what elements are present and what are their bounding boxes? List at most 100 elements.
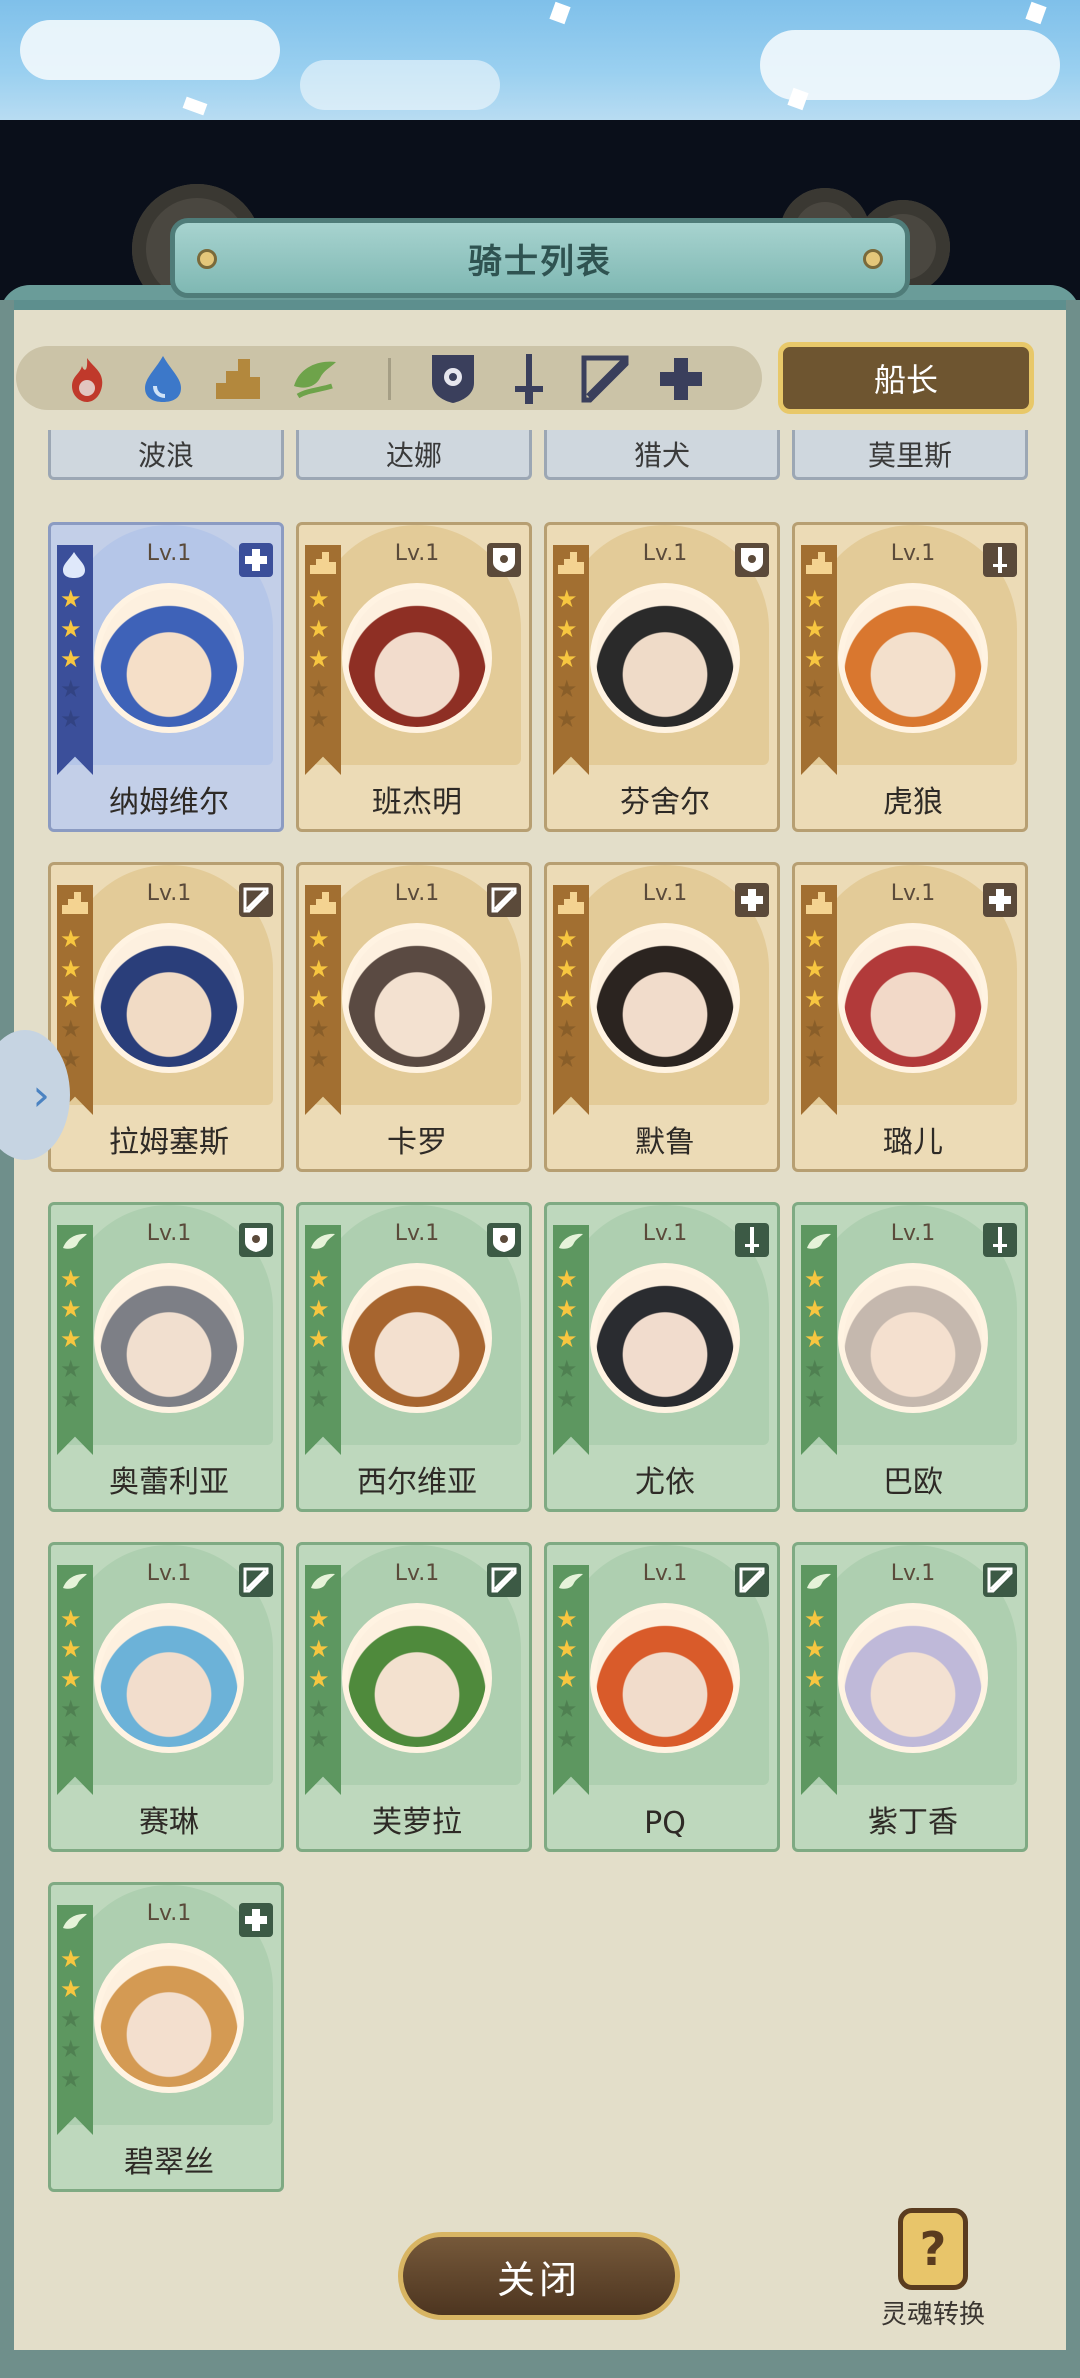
panel-side-right xyxy=(1066,300,1080,2378)
knight-name: 巴欧 xyxy=(883,1465,943,1500)
star-filled-icon: ★ xyxy=(308,985,330,1013)
knight-card[interactable]: Lv.1 ★ ★ ★ ★ ★ 卡罗 xyxy=(296,862,532,1172)
star-filled-icon: ★ xyxy=(308,585,330,613)
knight-card-partial[interactable]: 莫里斯 xyxy=(792,430,1028,480)
bow-class-icon xyxy=(735,1563,769,1597)
star-filled-icon: ★ xyxy=(308,645,330,673)
star-filled-icon: ★ xyxy=(308,1265,330,1293)
water-icon xyxy=(61,551,89,579)
knight-card[interactable]: Lv.1 ★ ★ ★ ★ ★ 巴欧 xyxy=(792,1202,1028,1512)
star-filled-icon: ★ xyxy=(804,925,826,953)
close-button[interactable]: 关闭 xyxy=(398,2232,680,2320)
star-filled-icon: ★ xyxy=(60,1665,82,1693)
star-filled-icon: ★ xyxy=(556,1665,578,1693)
star-empty-icon: ★ xyxy=(60,1355,82,1383)
star-filled-icon: ★ xyxy=(556,645,578,673)
knight-portrait xyxy=(342,1263,492,1413)
star-empty-icon: ★ xyxy=(308,1385,330,1413)
star-filled-icon: ★ xyxy=(308,1295,330,1323)
star-empty-icon: ★ xyxy=(804,1045,826,1073)
star-empty-icon: ★ xyxy=(308,1015,330,1043)
star-empty-icon: ★ xyxy=(60,675,82,703)
star-filled-icon: ★ xyxy=(804,585,826,613)
star-filled-icon: ★ xyxy=(804,645,826,673)
knight-card-partial[interactable]: 猎犬 xyxy=(544,430,780,480)
knight-card-partial[interactable]: 达娜 xyxy=(296,430,532,480)
knight-card[interactable]: Lv.1 ★ ★ ★ ★ ★ 紫丁香 xyxy=(792,1542,1028,1852)
knight-portrait xyxy=(342,583,492,733)
knight-card[interactable]: Lv.1 ★ ★ ★ ★ ★ 西尔维亚 xyxy=(296,1202,532,1512)
star-filled-icon: ★ xyxy=(60,585,82,613)
knight-card[interactable]: Lv.1 ★ ★ ★ ★ ★ 纳姆维尔 xyxy=(48,522,284,832)
knight-name: 纳姆维尔 xyxy=(109,785,229,820)
wind-icon xyxy=(309,1571,337,1599)
knight-portrait xyxy=(94,1263,244,1413)
star-filled-icon: ★ xyxy=(308,955,330,983)
knight-card[interactable]: Lv.1 ★ ★ ★ ★ ★ 芙萝拉 xyxy=(296,1542,532,1852)
star-filled-icon: ★ xyxy=(556,1295,578,1323)
star-empty-icon: ★ xyxy=(60,705,82,733)
star-filled-icon: ★ xyxy=(60,1295,82,1323)
knight-name: 班杰明 xyxy=(372,785,462,820)
knight-name: 奥蕾利亚 xyxy=(109,1465,229,1500)
star-empty-icon: ★ xyxy=(804,1015,826,1043)
filter-water-button[interactable] xyxy=(136,352,190,406)
star-filled-icon: ★ xyxy=(804,985,826,1013)
knight-card[interactable]: Lv.1 ★ ★ ★ ★ ★ 奥蕾利亚 xyxy=(48,1202,284,1512)
knight-name: 璐儿 xyxy=(883,1125,943,1160)
knight-card[interactable]: Lv.1 ★ ★ ★ ★ ★ 班杰明 xyxy=(296,522,532,832)
star-filled-icon: ★ xyxy=(556,1605,578,1633)
knight-card[interactable]: Lv.1 ★ ★ ★ ★ ★ 虎狼 xyxy=(792,522,1028,832)
question-scroll-icon: ? xyxy=(898,2208,968,2290)
star-empty-icon: ★ xyxy=(308,1355,330,1383)
soul-convert-label: 灵魂转换 xyxy=(880,2300,985,2330)
knight-card[interactable]: Lv.1 ★ ★ ★ ★ ★ 尤依 xyxy=(544,1202,780,1512)
page-title: 骑士列表 xyxy=(468,241,612,282)
rivet-icon xyxy=(197,249,217,269)
knight-card[interactable]: Lv.1 ★ ★ ★ ★ ★ 碧翠丝 xyxy=(48,1882,284,2192)
star-filled-icon: ★ xyxy=(308,1665,330,1693)
knight-name: 紫丁香 xyxy=(868,1805,958,1840)
healer-class-icon xyxy=(983,883,1017,917)
star-empty-icon: ★ xyxy=(556,1725,578,1753)
knight-name: 芬舍尔 xyxy=(620,785,710,820)
knight-card[interactable]: Lv.1 ★ ★ ★ ★ ★ 默鲁 xyxy=(544,862,780,1172)
star-filled-icon: ★ xyxy=(556,1325,578,1353)
knight-name: PQ xyxy=(644,1806,686,1841)
knight-portrait xyxy=(342,923,492,1073)
star-filled-icon: ★ xyxy=(556,985,578,1013)
earth-icon xyxy=(805,551,833,579)
filter-healer-button[interactable] xyxy=(654,352,708,406)
knight-portrait xyxy=(590,583,740,733)
knight-card[interactable]: Lv.1 ★ ★ ★ ★ ★ 璐儿 xyxy=(792,862,1028,1172)
star-filled-icon: ★ xyxy=(60,1325,82,1353)
filter-wind-button[interactable] xyxy=(288,352,342,406)
knight-portrait xyxy=(94,583,244,733)
star-filled-icon: ★ xyxy=(60,925,82,953)
knight-portrait xyxy=(590,1263,740,1413)
knight-card[interactable]: Lv.1 ★ ★ ★ ★ ★ 拉姆塞斯 xyxy=(48,862,284,1172)
star-empty-icon: ★ xyxy=(556,705,578,733)
knight-name: 芙萝拉 xyxy=(372,1805,462,1840)
star-empty-icon: ★ xyxy=(556,1385,578,1413)
filter-shield-button[interactable] xyxy=(426,352,480,406)
star-filled-icon: ★ xyxy=(804,1325,826,1353)
star-filled-icon: ★ xyxy=(308,1605,330,1633)
filter-sword-button[interactable] xyxy=(502,352,556,406)
filter-fire-button[interactable] xyxy=(60,352,114,406)
filter-earth-button[interactable] xyxy=(212,352,266,406)
star-empty-icon: ★ xyxy=(804,1695,826,1723)
filter-bow-button[interactable] xyxy=(578,352,632,406)
filter-divider xyxy=(388,358,391,400)
knight-card[interactable]: Lv.1 ★ ★ ★ ★ ★ 芬舍尔 xyxy=(544,522,780,832)
knight-portrait xyxy=(94,1943,244,2093)
soul-convert-button[interactable]: ? 灵魂转换 xyxy=(868,2208,998,2338)
knight-name: 卡罗 xyxy=(387,1125,447,1160)
knight-card[interactable]: Lv.1 ★ ★ ★ ★ ★ PQ xyxy=(544,1542,780,1852)
knight-card[interactable]: Lv.1 ★ ★ ★ ★ ★ 赛琳 xyxy=(48,1542,284,1852)
title-banner: 骑士列表 xyxy=(170,218,910,298)
knight-card-partial[interactable]: 波浪 xyxy=(48,430,284,480)
captain-button[interactable]: 船长 xyxy=(778,342,1034,414)
sword-class-icon xyxy=(983,543,1017,577)
shield-class-icon xyxy=(487,543,521,577)
